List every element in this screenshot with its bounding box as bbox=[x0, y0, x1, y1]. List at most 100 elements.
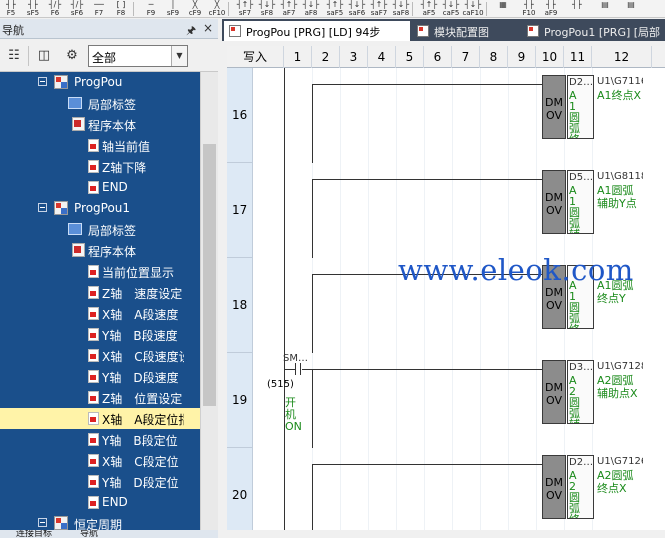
toolbar-button[interactable]: ▤ bbox=[620, 0, 642, 18]
source-operand[interactable]: D2…A1圆弧终… bbox=[567, 75, 594, 139]
toolbar-button[interactable]: ┤/├ F6 bbox=[44, 0, 66, 18]
nav-bottom-tab[interactable]: 连接目标 bbox=[16, 530, 52, 538]
source-operand[interactable]: D3…A2圆弧辅… bbox=[567, 360, 594, 424]
branch-line bbox=[312, 369, 313, 448]
tree-item[interactable]: END bbox=[0, 492, 200, 513]
toolbar-button[interactable]: ┤↑├ aF7 bbox=[278, 0, 300, 18]
close-icon[interactable]: × bbox=[203, 21, 213, 35]
tree-item[interactable]: 程序本体 bbox=[0, 240, 200, 261]
toolbar-button[interactable]: ╳ cF10 bbox=[206, 0, 228, 18]
tree-item[interactable]: Z轴 速度设定 bbox=[0, 282, 200, 303]
tree-item[interactable]: ProgPou1 bbox=[0, 198, 200, 219]
tree-scrollbar[interactable] bbox=[200, 72, 218, 530]
toolbar-button[interactable]: │ sF9 bbox=[162, 0, 184, 18]
normally-open-contact[interactable] bbox=[295, 363, 301, 375]
filter-select[interactable]: 全部 ▼ bbox=[88, 45, 188, 67]
toolbar-button[interactable]: ┤↓├ caF10 bbox=[462, 0, 484, 18]
toolbar-button[interactable]: ┤├ aF9 bbox=[540, 0, 562, 18]
collapse-icon[interactable] bbox=[38, 518, 47, 527]
editor-tab-label: 模块配置图 bbox=[434, 26, 489, 39]
dmov-instruction[interactable]: DM OV bbox=[542, 75, 566, 139]
toolbar-button[interactable]: ┤↓├ saF6 bbox=[346, 0, 368, 18]
toolbar-button[interactable]: ┤↓├ aF8 bbox=[300, 0, 322, 18]
branch-line bbox=[312, 274, 313, 353]
dmov-instruction[interactable]: DM OV bbox=[542, 455, 566, 519]
tree-item[interactable]: Y轴 D段速度 bbox=[0, 366, 200, 387]
tree-item[interactable]: Y轴 B段速度 bbox=[0, 324, 200, 345]
tree-item[interactable]: Z轴下降 bbox=[0, 156, 200, 177]
window-icon[interactable]: ◫ bbox=[34, 47, 54, 65]
toolbar-button[interactable]: ▤ bbox=[594, 0, 616, 18]
ladder-editor[interactable]: 写入123456789101112 16DMOVD2…A1圆弧终…U1\G711… bbox=[227, 46, 665, 530]
source-operand[interactable]: D2…A2圆弧终… bbox=[567, 455, 594, 519]
sort-icon[interactable]: ☷ bbox=[4, 47, 24, 65]
tree-item[interactable]: Y轴 B段定位 bbox=[0, 429, 200, 450]
toolbar-button[interactable]: ┤├ F5 bbox=[0, 0, 22, 18]
column-header: 1 bbox=[284, 46, 312, 68]
toolbar-button[interactable]: ┤↑├ aF5 bbox=[418, 0, 440, 18]
tree-item[interactable]: ProgPou bbox=[0, 72, 200, 93]
tree-item-label: Z轴 位置设定 bbox=[102, 392, 183, 406]
editor-tab[interactable]: ProgPou [PRG] [LD] 94步 bbox=[224, 21, 410, 41]
toolbar-button[interactable]: ┤↑├ sF7 bbox=[234, 0, 256, 18]
toolbar-button-icon: ┤↑├ bbox=[236, 0, 254, 9]
toolbar-button[interactable]: ┤↓├ caF5 bbox=[440, 0, 462, 18]
toolbar-button-icon: ╳ bbox=[214, 0, 220, 9]
editor-tab[interactable]: 模块配置图 bbox=[412, 21, 520, 41]
toolbar-button[interactable]: ╳ cF9 bbox=[184, 0, 206, 18]
tree-item[interactable]: 局部标签 bbox=[0, 219, 200, 240]
nav-bottom-tabs: 连接目标 导航 bbox=[0, 530, 218, 538]
dmov-instruction[interactable]: DM OV bbox=[542, 170, 566, 234]
gear-icon[interactable]: ⚙ bbox=[62, 47, 82, 65]
toolbar-button-caption bbox=[492, 9, 514, 17]
tree-item-label: X轴 A段速度 bbox=[102, 308, 179, 322]
tree-item[interactable]: X轴 A段定位指 bbox=[0, 408, 200, 429]
tree-item[interactable]: X轴 C段定位 bbox=[0, 450, 200, 471]
tree-item[interactable]: END bbox=[0, 177, 200, 198]
tree-item[interactable]: 轴当前值 bbox=[0, 135, 200, 156]
tree-scrollbar-thumb[interactable] bbox=[203, 144, 216, 406]
destination-operand[interactable]: U1\G7116 A1终点X bbox=[595, 75, 643, 139]
toolbar-button[interactable]: ┤↑├ saF5 bbox=[324, 0, 346, 18]
toolbar-button-icon: ┤├ bbox=[524, 0, 534, 9]
destination-operand[interactable]: U1\G7128 A2圆弧辅助点X bbox=[595, 360, 643, 424]
tree-item[interactable]: 程序本体 bbox=[0, 114, 200, 135]
toolbar-button[interactable]: ┤↓├ saF8 bbox=[390, 0, 412, 18]
collapse-icon[interactable] bbox=[38, 77, 47, 86]
toolbar-button[interactable]: ▦ bbox=[492, 0, 514, 18]
toolbar-button[interactable]: ┤/├ sF6 bbox=[66, 0, 88, 18]
toolbar-button-icon: ┤├ bbox=[546, 0, 556, 9]
step-number: 16 bbox=[232, 107, 248, 122]
pin-icon[interactable]: 🖈 bbox=[186, 22, 196, 41]
tree-item[interactable]: X轴 A段速度 bbox=[0, 303, 200, 324]
collapse-icon[interactable] bbox=[38, 203, 47, 212]
instruction-name: OV bbox=[546, 489, 562, 502]
tree-item-label: Z轴下降 bbox=[102, 161, 147, 175]
toolbar-button[interactable]: ┤├ sF5 bbox=[22, 0, 44, 18]
editor-tab[interactable]: ProgPou1 [PRG] [局部 bbox=[522, 21, 665, 41]
toolbar-button[interactable]: ┤↑├ saF7 bbox=[368, 0, 390, 18]
column-header: 4 bbox=[368, 46, 396, 68]
toolbar-button[interactable]: [ ] F8 bbox=[110, 0, 132, 18]
toolbar-button-caption: aF7 bbox=[282, 9, 296, 17]
nav-bottom-tab[interactable]: 导航 bbox=[80, 530, 98, 538]
destination-operand[interactable]: U1\G8118 A1圆弧辅助Y点 bbox=[595, 170, 643, 234]
ladder-block-icon bbox=[88, 328, 99, 341]
toolbar-button-icon: ┤├ bbox=[572, 0, 582, 9]
toolbar-button[interactable]: ─ F9 bbox=[140, 0, 162, 18]
dmov-instruction[interactable]: DM OV bbox=[542, 360, 566, 424]
tree-item[interactable]: 当前位置显示 bbox=[0, 261, 200, 282]
tree-item[interactable]: Z轴 位置设定 bbox=[0, 387, 200, 408]
tree-item[interactable]: Y轴 D段定位 bbox=[0, 471, 200, 492]
source-operand[interactable]: D5…A1圆弧辅… bbox=[567, 170, 594, 234]
toolbar-button[interactable]: ┤├ bbox=[566, 0, 588, 18]
toolbar-button[interactable]: ── F7 bbox=[88, 0, 110, 18]
tree-item[interactable]: 局部标签 bbox=[0, 93, 200, 114]
tree-item[interactable]: 恒定周期 bbox=[0, 513, 200, 530]
chevron-down-icon[interactable]: ▼ bbox=[171, 46, 187, 66]
toolbar-button[interactable]: ┤├ F10 bbox=[518, 0, 540, 18]
tree-item[interactable]: X轴 C段速度设 bbox=[0, 345, 200, 366]
tree-item-label: END bbox=[102, 495, 128, 509]
destination-operand[interactable]: U1\G7126 A2圆弧终点X bbox=[595, 455, 643, 519]
toolbar-button[interactable]: ┤↓├ sF8 bbox=[256, 0, 278, 18]
